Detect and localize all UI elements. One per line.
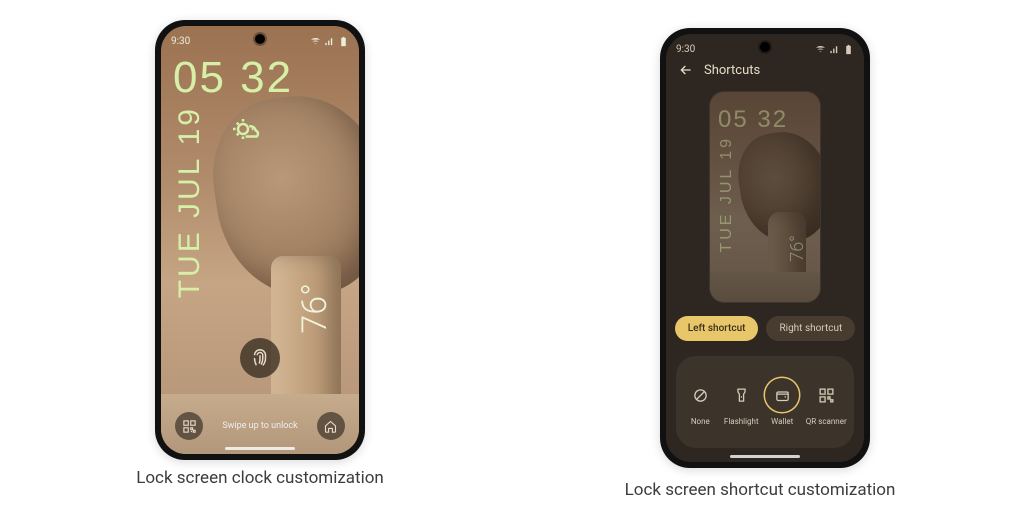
front-camera <box>255 34 265 44</box>
phone-shortcut-settings: 9:30 Shortcuts 05 32 TUE JUL 19 76° Left… <box>660 28 870 468</box>
signal-icon <box>829 44 840 55</box>
settings-header: Shortcuts <box>678 62 760 78</box>
qr-icon <box>818 387 835 404</box>
option-wallet-label: Wallet <box>771 417 793 426</box>
nav-handle[interactable] <box>730 455 800 458</box>
caption-clock: Lock screen clock customization <box>100 468 420 488</box>
status-icons <box>310 36 349 47</box>
wallpaper-cup <box>271 256 341 416</box>
battery-icon <box>843 44 854 55</box>
tab-right-shortcut[interactable]: Right shortcut <box>766 316 855 341</box>
option-qr-scanner[interactable]: QR scanner <box>806 378 847 426</box>
wifi-icon <box>815 44 826 55</box>
shortcut-tabs: Left shortcut Right shortcut <box>666 316 864 341</box>
option-wallet[interactable]: Wallet <box>765 378 799 426</box>
home-shortcut-button[interactable] <box>317 412 345 440</box>
lock-temperature: 76° <box>295 283 335 334</box>
battery-icon <box>338 36 349 47</box>
status-time: 9:30 <box>676 44 695 55</box>
lock-clock: 05 32 <box>173 56 293 100</box>
qr-icon <box>182 419 197 434</box>
none-icon <box>692 387 709 404</box>
settings-title: Shortcuts <box>704 63 760 78</box>
caption-shortcut: Lock screen shortcut customization <box>600 480 920 500</box>
lock-date: TUE JUL 19 <box>173 106 207 298</box>
fingerprint-button[interactable] <box>240 338 280 378</box>
weather-icon <box>233 114 263 148</box>
option-flashlight-label: Flashlight <box>724 417 759 426</box>
lock-bottom-bar: Swipe up to unlock <box>161 412 359 440</box>
swipe-hint: Swipe up to unlock <box>222 421 297 431</box>
qr-shortcut-button[interactable] <box>175 412 203 440</box>
option-none[interactable]: None <box>683 378 717 426</box>
preview-temp: 76° <box>787 235 808 262</box>
preview-date: TUE JUL 19 <box>718 136 736 253</box>
option-flashlight[interactable]: Flashlight <box>724 378 759 426</box>
nav-handle[interactable] <box>225 447 295 450</box>
lock-preview: 05 32 TUE JUL 19 76° <box>710 92 820 302</box>
home-icon <box>323 419 338 434</box>
wifi-icon <box>310 36 321 47</box>
status-icons <box>815 44 854 55</box>
option-none-label: None <box>691 417 710 426</box>
shortcut-options-panel: None Flashlight Wallet QR scanner <box>676 356 854 448</box>
front-camera <box>760 42 770 52</box>
back-arrow-icon[interactable] <box>678 62 694 78</box>
flashlight-icon <box>733 387 750 404</box>
tab-left-shortcut[interactable]: Left shortcut <box>675 316 759 341</box>
signal-icon <box>324 36 335 47</box>
showcase-stage: 9:30 05 32 TUE JUL 19 76° Swipe up <box>0 0 1024 512</box>
shortcut-settings-screen[interactable]: 9:30 Shortcuts 05 32 TUE JUL 19 76° Left… <box>666 34 864 462</box>
preview-clock: 05 32 <box>718 108 788 132</box>
status-time: 9:30 <box>171 36 190 47</box>
fingerprint-icon <box>249 347 271 369</box>
wallet-icon <box>774 387 791 404</box>
option-qr-label: QR scanner <box>806 417 847 426</box>
lock-screen[interactable]: 9:30 05 32 TUE JUL 19 76° Swipe up <box>161 26 359 454</box>
phone-lock-clock: 9:30 05 32 TUE JUL 19 76° Swipe up <box>155 20 365 460</box>
